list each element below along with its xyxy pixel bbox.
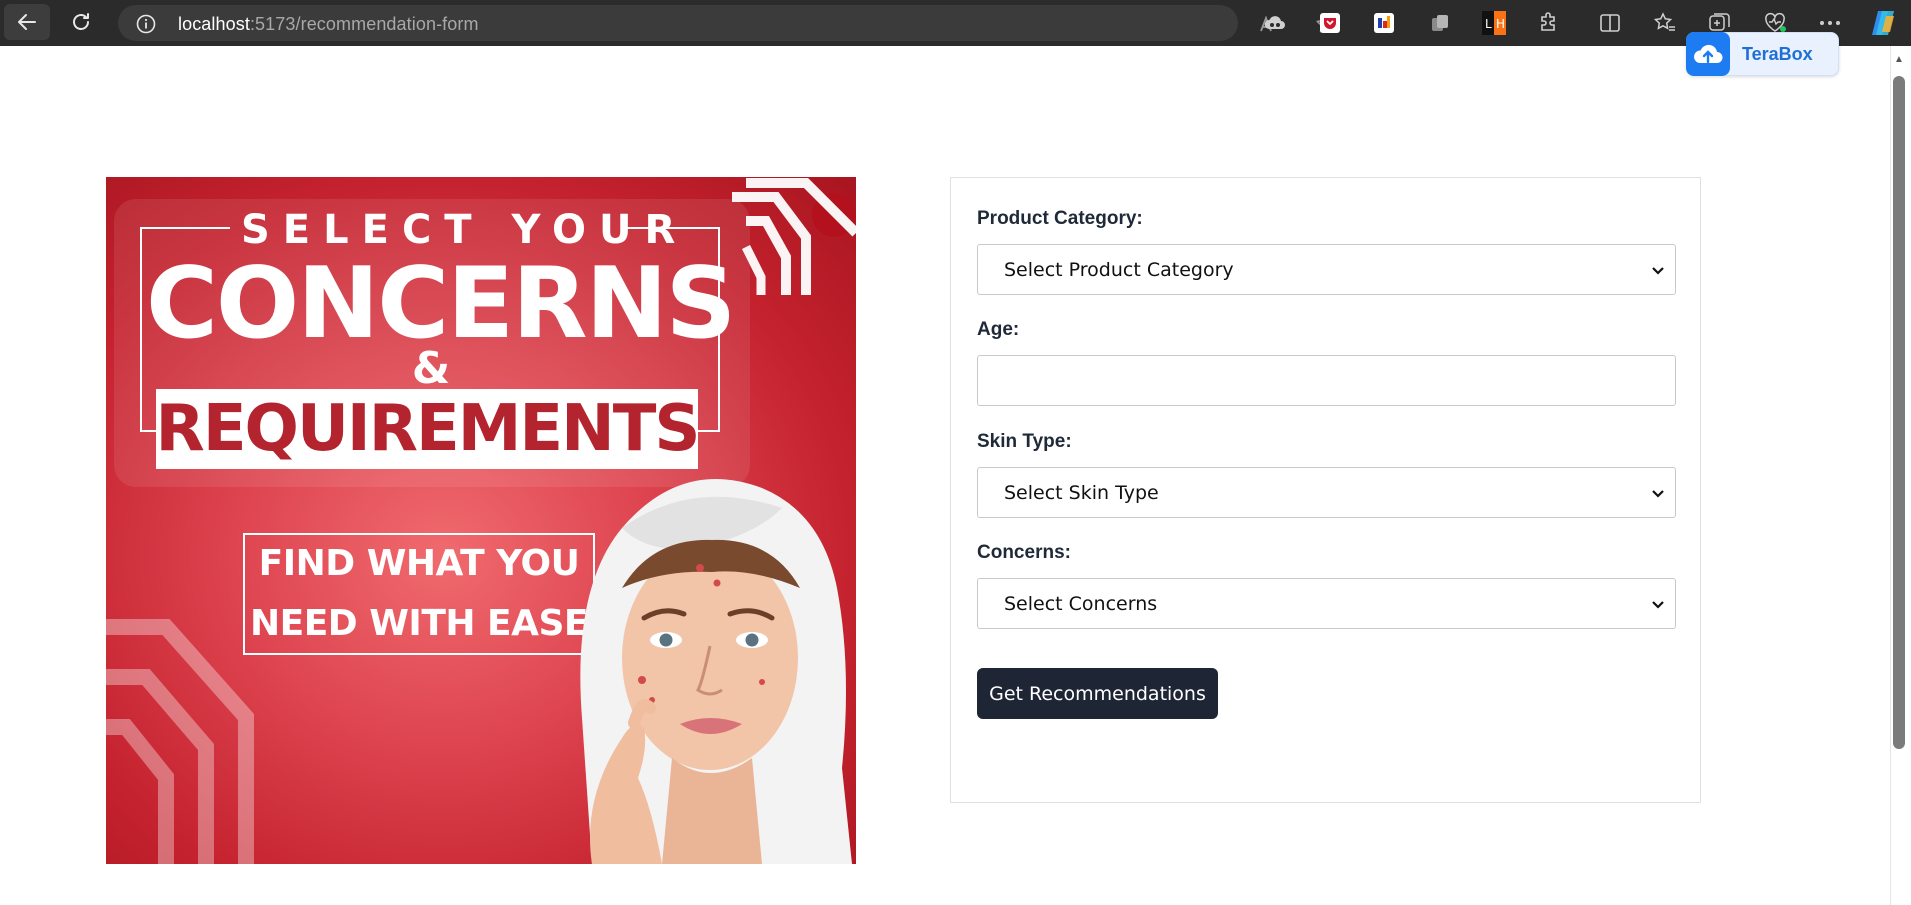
- refresh-button[interactable]: [58, 4, 104, 40]
- scroll-up-icon[interactable]: ▲: [1894, 54, 1904, 65]
- back-button[interactable]: [4, 4, 50, 40]
- cloud-upload-icon: [1686, 32, 1730, 76]
- lh-extension-icon[interactable]: LH: [1480, 9, 1508, 37]
- age-label: Age:: [977, 319, 1020, 340]
- brand-mark-top: [732, 178, 856, 295]
- split-screen-icon[interactable]: [1596, 9, 1624, 37]
- favorites-icon[interactable]: [1651, 9, 1679, 37]
- concerns-select[interactable]: Select Concerns: [977, 578, 1676, 629]
- url-text: localhost:5173/recommendation-form: [178, 14, 479, 34]
- chevron-down-icon: [1651, 263, 1665, 282]
- browser-toolbar: localhost:5173/recommendation-form LH: [0, 0, 1911, 46]
- info-icon[interactable]: [136, 14, 156, 34]
- collections-icon[interactable]: [1426, 9, 1454, 37]
- product-category-select[interactable]: Select Product Category: [977, 244, 1676, 295]
- terabox-label: TeraBox: [1742, 43, 1813, 64]
- puzzle-icon[interactable]: [1535, 9, 1563, 37]
- address-bar[interactable]: localhost:5173/recommendation-form: [118, 5, 1336, 41]
- headline-requirements: REQUIREMENTS: [156, 392, 698, 466]
- back-icon: [15, 10, 39, 34]
- tagline-line-1: FIND WHAT YOU: [258, 543, 580, 584]
- svg-text:L: L: [1485, 17, 1492, 31]
- copilot-icon[interactable]: [1868, 8, 1900, 38]
- product-category-value: Select Product Category: [1004, 258, 1234, 281]
- skin-type-value: Select Skin Type: [1004, 481, 1159, 504]
- brand-mark-bottom: [106, 619, 254, 864]
- svg-text:H: H: [1496, 17, 1505, 31]
- refresh-icon: [69, 10, 93, 34]
- terabox-button[interactable]: TeraBox: [1686, 32, 1839, 76]
- model-photo: [580, 479, 852, 864]
- tagline-box: FIND WHAT YOU NEED WITH EASE: [243, 533, 595, 655]
- extensions-cloud-icon[interactable]: [1261, 9, 1289, 37]
- concerns-label: Concerns:: [977, 542, 1071, 563]
- product-category-label: Product Category:: [977, 208, 1143, 229]
- concerns-value: Select Concerns: [1004, 592, 1158, 615]
- get-recommendations-button[interactable]: Get Recommendations: [977, 668, 1218, 719]
- chevron-down-icon: [1651, 486, 1665, 505]
- headline-concerns: CONCERNS: [146, 247, 736, 361]
- age-input[interactable]: [977, 355, 1676, 406]
- chevron-down-icon: [1651, 597, 1665, 616]
- tagline-line-2: NEED WITH EASE: [249, 603, 589, 644]
- scrollbar-thumb[interactable]: [1893, 76, 1905, 749]
- headline-ampersand: &: [411, 343, 451, 394]
- promo-banner: SELECT YOUR CONCERNS & REQUIREMENTS FIND…: [106, 177, 856, 864]
- recommendation-form: Product Category: Select Product Categor…: [950, 177, 1701, 803]
- frame-line: [140, 227, 230, 229]
- extension-icon[interactable]: [1370, 9, 1398, 37]
- pocket-icon[interactable]: [1316, 9, 1344, 37]
- requirements-box: REQUIREMENTS: [156, 389, 698, 469]
- skin-type-label: Skin Type:: [977, 431, 1072, 452]
- skin-type-select[interactable]: Select Skin Type: [977, 467, 1676, 518]
